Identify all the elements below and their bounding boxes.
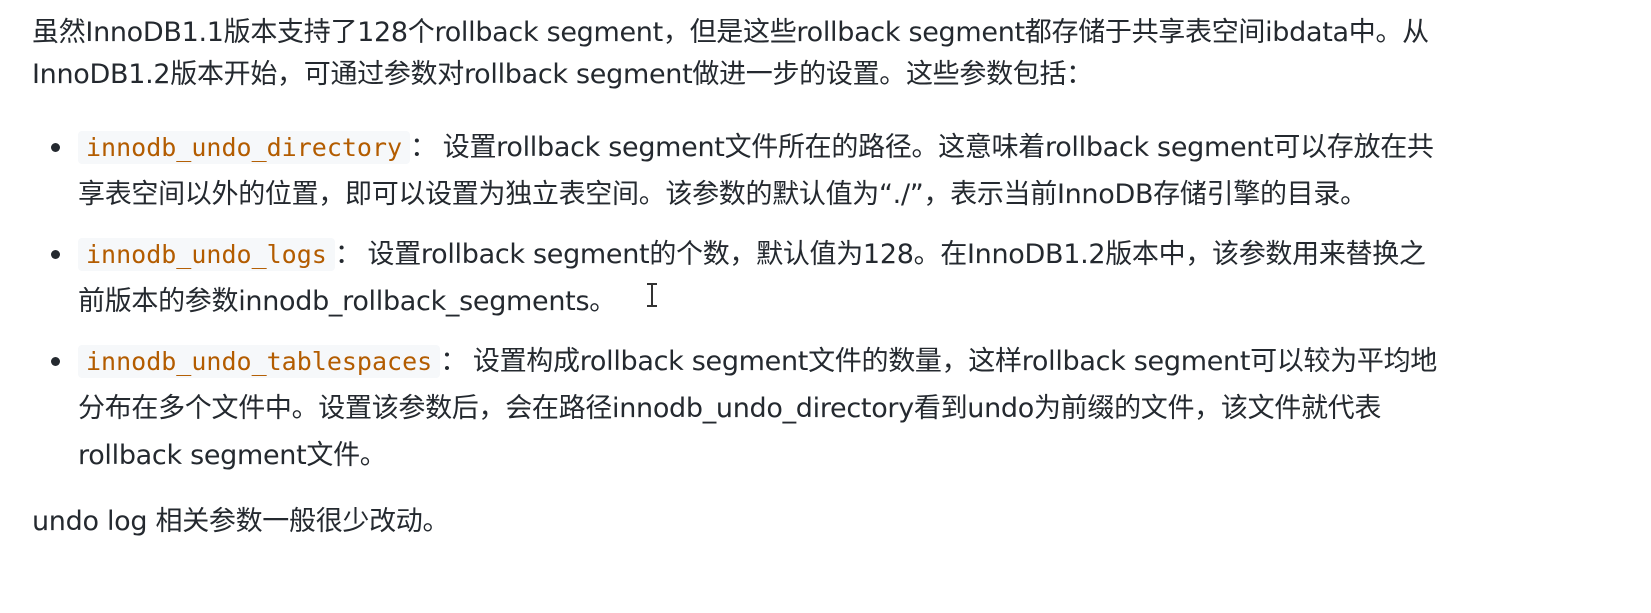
intro-line-1: 虽然InnoDB1.1版本支持了128个rollback segment，但是这… [32,17,1429,48]
param-desc-line-3: rollback segment文件。 [78,440,387,471]
param-name-undo-directory: innodb_undo_directory [78,131,411,164]
bullet-icon [51,143,60,152]
param-name-undo-tablespaces: innodb_undo_tablespaces [78,345,441,378]
param-separator: ： [334,239,362,270]
param-desc-line-1: 设置rollback segment的个数，默认值为128。在InnoDB1.2… [367,239,1426,270]
param-desc-line-2: 分布在多个文件中。设置该参数后，会在路径innodb_undo_director… [78,393,1382,424]
param-desc-line-1: 设置rollback segment文件所在的路径。这意味着rollback s… [442,132,1434,163]
list-item-undo-logs: innodb_undo_logs：设置rollback segment的个数，默… [32,231,1632,325]
bullet-icon [51,357,60,366]
list-item-undo-directory: innodb_undo_directory：设置rollback segment… [32,124,1632,218]
text-cursor-icon [647,283,657,307]
parameter-list: innodb_undo_directory：设置rollback segment… [32,124,1632,479]
intro-paragraph: 虽然InnoDB1.1版本支持了128个rollback segment，但是这… [32,12,1632,96]
param-name-undo-logs: innodb_undo_logs [78,238,335,271]
closing-paragraph: undo log 相关参数一般很少改动。 [32,506,450,537]
intro-line-2: InnoDB1.2版本开始，可通过参数对rollback segment做进一步… [32,59,1093,90]
param-desc-line-2: 前版本的参数innodb_rollback_segments。 [78,286,616,317]
param-separator: ： [440,346,467,377]
param-desc-line-1: 设置构成rollback segment文件的数量，这样rollback seg… [472,346,1437,377]
document-body: 虽然InnoDB1.1版本支持了128个rollback segment，但是这… [32,12,1632,543]
bullet-icon [51,250,60,259]
param-separator: ： [410,132,437,163]
list-item-undo-tablespaces: innodb_undo_tablespaces：设置构成rollback seg… [32,338,1632,479]
param-desc-line-2: 享表空间以外的位置，即可以设置为独立表空间。该参数的默认值为“./”，表示当前I… [78,179,1367,210]
